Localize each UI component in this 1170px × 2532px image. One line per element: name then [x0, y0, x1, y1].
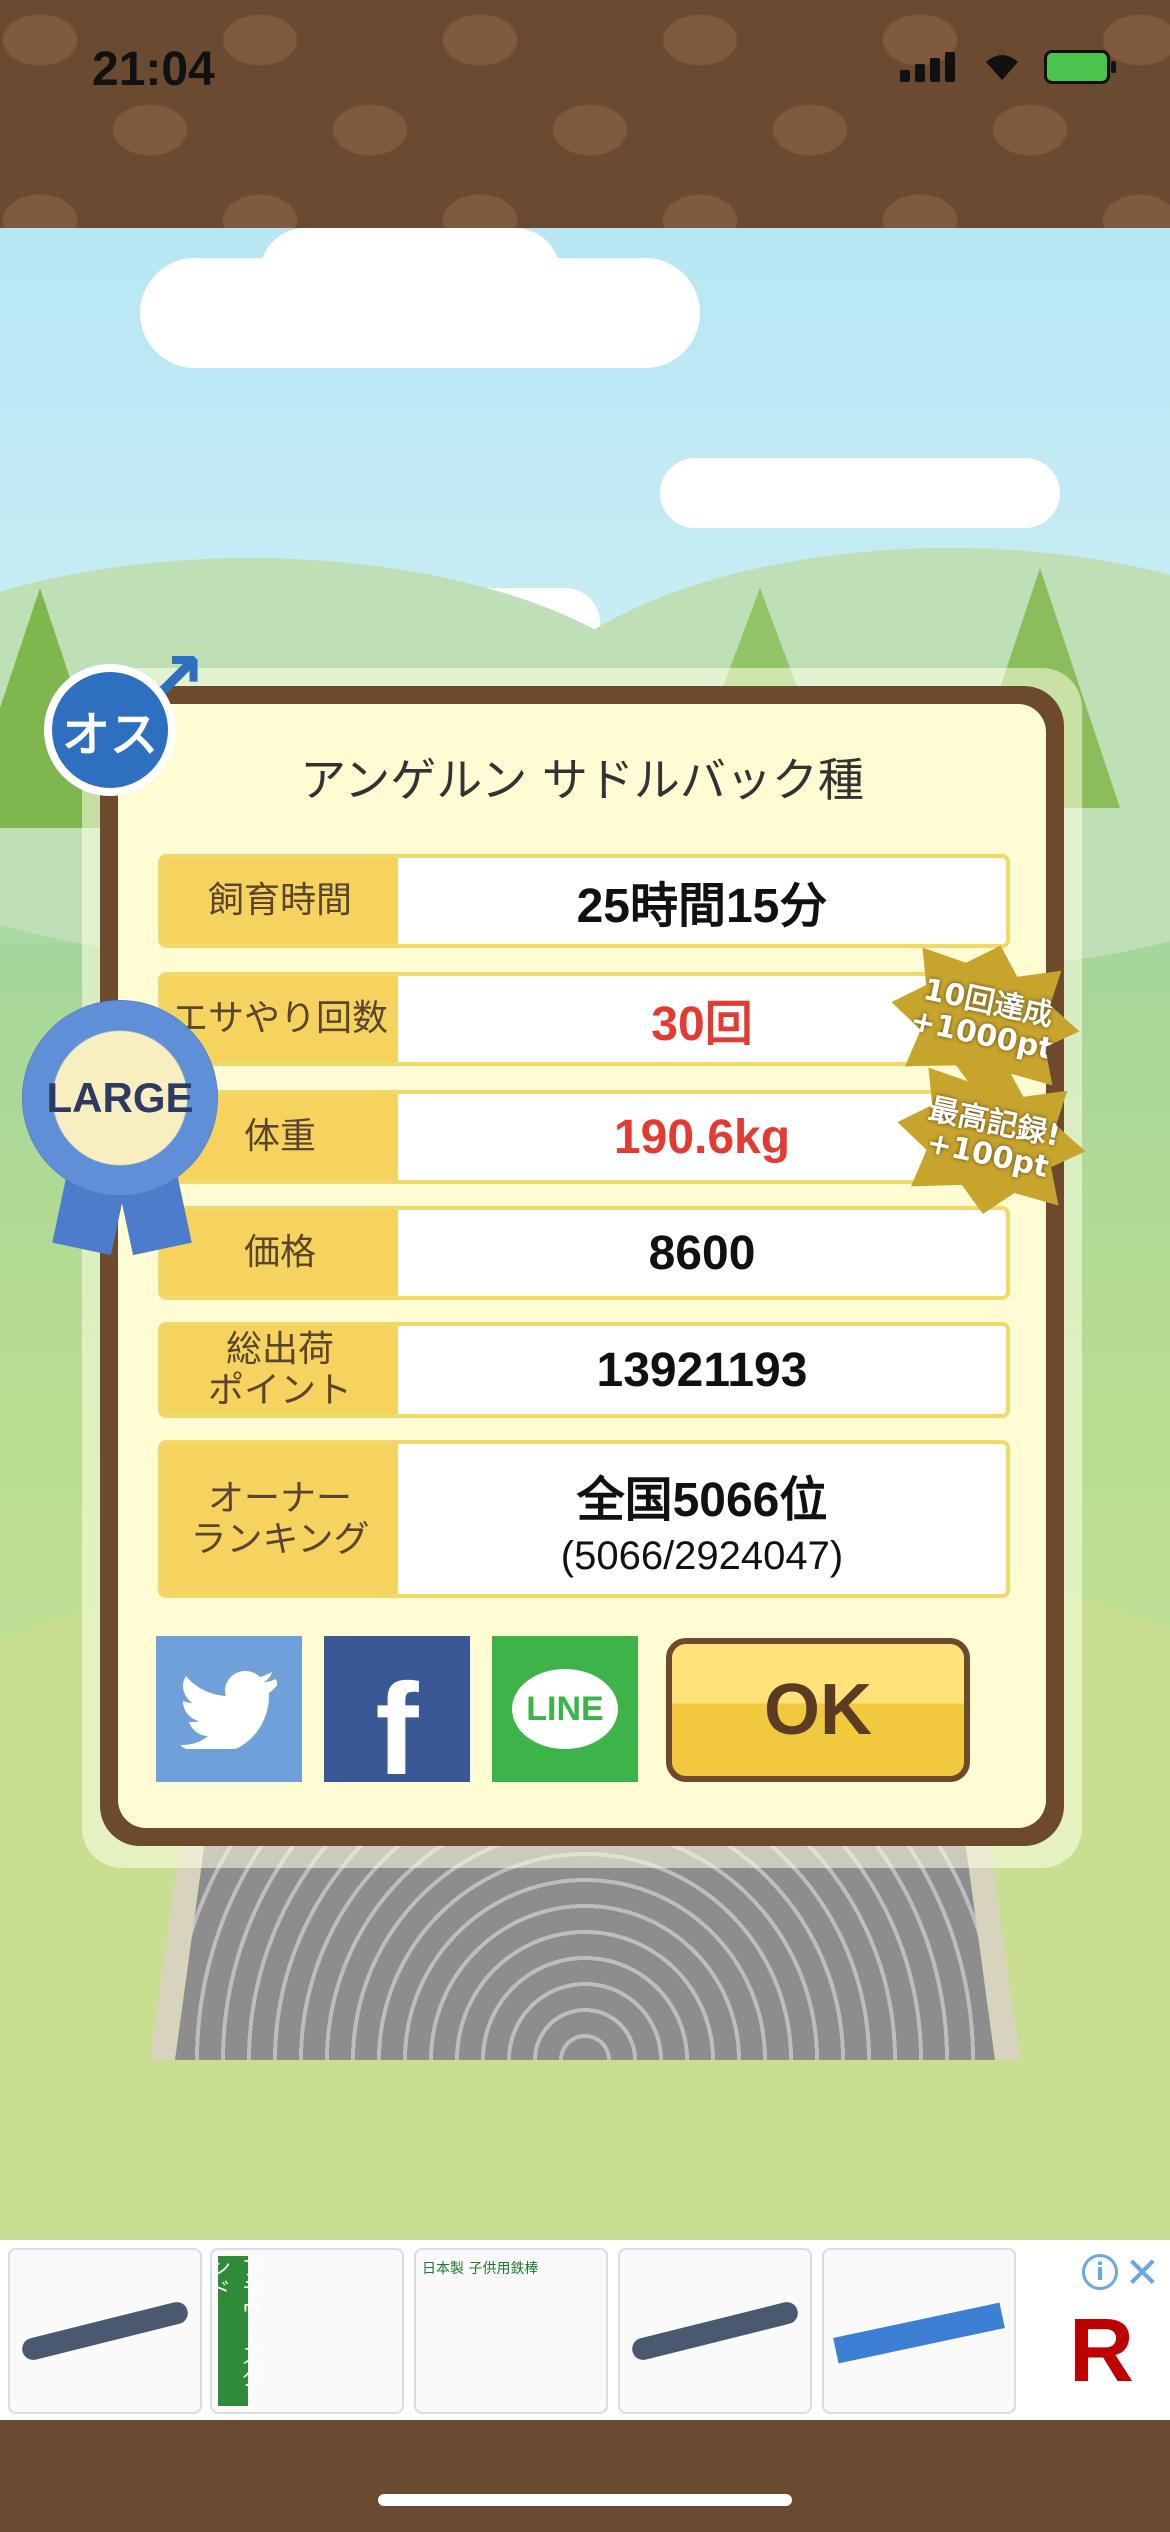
- product-image: [629, 2299, 801, 2363]
- stat-label-line: オーナー: [207, 1477, 352, 1519]
- ad-product-tile[interactable]: フラワースタンド: [210, 2248, 404, 2414]
- twitter-bird-icon: [181, 1671, 277, 1749]
- bottom-bar: [0, 2420, 1170, 2532]
- product-caption: フラワースタンド: [212, 2256, 262, 2406]
- twitter-share-button[interactable]: [156, 1636, 302, 1782]
- stat-value-text: 13921193: [596, 1343, 808, 1397]
- male-symbol-icon: オス: [44, 664, 176, 796]
- facebook-share-button[interactable]: f: [324, 1636, 470, 1802]
- product-image: [19, 2299, 191, 2363]
- stat-value: 25時間15分: [398, 858, 1006, 944]
- stat-value: 全国5066位 (5066/2924047): [398, 1444, 1006, 1594]
- stat-row-feed-count: エサやり回数 30回: [158, 972, 1010, 1066]
- stat-value-text: 8600: [648, 1226, 756, 1280]
- ad-product-tile[interactable]: [822, 2248, 1016, 2414]
- status-icons: [900, 50, 1116, 84]
- ad-banner[interactable]: フラワースタンド 日本製 子供用鉄棒: [0, 2240, 1170, 2420]
- stat-label: 総出荷 ポイント: [162, 1326, 398, 1414]
- stat-row-price: 価格 8600: [158, 1206, 1010, 1300]
- rakuten-logo: R: [1069, 2301, 1134, 2401]
- signal-icon: [900, 52, 960, 82]
- breed-title: アンゲルン サドルバック種: [300, 753, 864, 807]
- gender-badge: ↗ オス: [36, 626, 214, 804]
- ad-product-tile[interactable]: [8, 2248, 202, 2414]
- stat-row-raising-time: 飼育時間 25時間15分: [158, 854, 1010, 948]
- cloud: [660, 458, 1060, 528]
- stat-row-shipment-points: 総出荷 ポイント 13921193: [158, 1322, 1010, 1418]
- stat-row-owner-ranking: オーナー ランキング 全国5066位 (5066/2924047): [158, 1440, 1010, 1598]
- stat-value-text: 全国5066位: [576, 1473, 828, 1527]
- stat-label-line: ランキング: [190, 1519, 370, 1560]
- stat-label-line: ポイント: [207, 1370, 352, 1411]
- stat-row-weight: 体重 190.6kg: [158, 1090, 1010, 1184]
- product-caption: 日本製 子供用鉄棒: [422, 2261, 539, 2277]
- stat-value-text: 190.6kg: [613, 1110, 791, 1164]
- ranking-detail: (5066/2924047): [560, 1533, 844, 1578]
- battery-icon: [1044, 50, 1116, 84]
- status-time: 21:04: [92, 43, 215, 96]
- stat-label-line: 総出荷: [225, 1328, 334, 1370]
- size-label: LARGE: [46, 1074, 194, 1121]
- stat-value: 8600: [398, 1210, 1006, 1296]
- ad-info-icon[interactable]: i: [1082, 2254, 1118, 2290]
- stat-value-text: 25時間15分: [576, 880, 828, 933]
- size-ribbon: LARGE: [22, 1000, 222, 1256]
- line-logo-icon: LINE: [512, 1669, 618, 1749]
- stat-value: 13921193: [398, 1326, 1006, 1414]
- ok-button[interactable]: OK: [666, 1638, 970, 1782]
- ad-product-tile[interactable]: 日本製 子供用鉄棒: [414, 2248, 608, 2414]
- ribbon-rosette-icon: LARGE: [22, 1000, 218, 1196]
- stat-label: 飼育時間: [162, 858, 398, 944]
- ad-product-tile[interactable]: [618, 2248, 812, 2414]
- line-share-button[interactable]: LINE: [492, 1636, 638, 1782]
- home-indicator[interactable]: [378, 2494, 792, 2506]
- cloud: [260, 228, 560, 318]
- product-image: [833, 2302, 1005, 2364]
- stat-label: オーナー ランキング: [162, 1444, 398, 1594]
- stat-value-text: 30回: [651, 998, 753, 1051]
- status-bar: 21:04: [0, 0, 1170, 228]
- ad-close-icon[interactable]: ✕: [1125, 2248, 1160, 2297]
- facebook-logo-icon: f: [375, 1656, 419, 1802]
- wifi-icon: [986, 55, 1018, 80]
